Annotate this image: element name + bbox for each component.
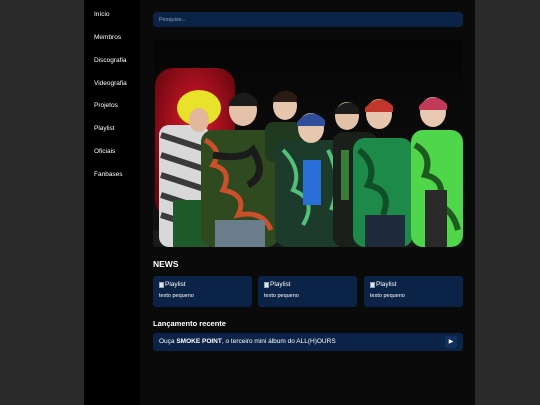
news-image-alt: Playlist bbox=[270, 281, 291, 288]
nav-item-videografia[interactable]: Videografia bbox=[94, 80, 127, 87]
release-prefix: Ouça bbox=[159, 338, 177, 345]
search-input[interactable] bbox=[153, 12, 463, 27]
group-photo-illustration bbox=[153, 40, 463, 247]
nav-item-oficiais[interactable]: Oficiais bbox=[94, 148, 115, 155]
main-content: NEWS Playlist texto pequeno Playlist tex… bbox=[140, 0, 475, 405]
news-text: texto pequeno bbox=[370, 293, 405, 299]
nav-item-projetos[interactable]: Projetos bbox=[94, 102, 118, 109]
nav-item-fanbases[interactable]: Fanbases bbox=[94, 171, 123, 178]
nav-item-discografia[interactable]: Discografia bbox=[94, 57, 127, 64]
recent-release-heading: Lançamento recente bbox=[153, 319, 226, 328]
news-card[interactable]: Playlist texto pequeno bbox=[153, 276, 252, 307]
news-image: Playlist bbox=[370, 281, 397, 288]
nav-item-inicio[interactable]: Início bbox=[94, 11, 110, 18]
news-image-alt: Playlist bbox=[376, 281, 397, 288]
release-suffix: , o terceiro mini álbum do ALL(H)OURS bbox=[221, 338, 336, 345]
news-image-alt: Playlist bbox=[165, 281, 186, 288]
news-card[interactable]: Playlist texto pequeno bbox=[364, 276, 463, 307]
news-heading: NEWS bbox=[153, 259, 179, 269]
album-name: SMOKE POINT bbox=[176, 338, 222, 345]
broken-image-icon bbox=[370, 281, 375, 288]
news-card[interactable]: Playlist texto pequeno bbox=[258, 276, 357, 307]
news-text: texto pequeno bbox=[264, 293, 299, 299]
news-text: texto pequeno bbox=[159, 293, 194, 299]
recent-release-card[interactable]: Ouça SMOKE POINT, o terceiro mini álbum … bbox=[153, 333, 463, 351]
nav-item-membros[interactable]: Membros bbox=[94, 34, 121, 41]
sidebar: Início Membros Discografia Videografia P… bbox=[84, 0, 140, 405]
news-image: Playlist bbox=[264, 281, 291, 288]
release-description: Ouça SMOKE POINT, o terceiro mini álbum … bbox=[159, 338, 336, 345]
hero-image bbox=[153, 40, 463, 247]
news-image: Playlist bbox=[159, 281, 186, 288]
broken-image-icon bbox=[264, 281, 269, 288]
broken-image-icon bbox=[159, 281, 164, 288]
page: Início Membros Discografia Videografia P… bbox=[0, 0, 540, 405]
play-button[interactable]: ▶ bbox=[445, 336, 457, 348]
nav-item-playlist[interactable]: Playlist bbox=[94, 125, 115, 132]
